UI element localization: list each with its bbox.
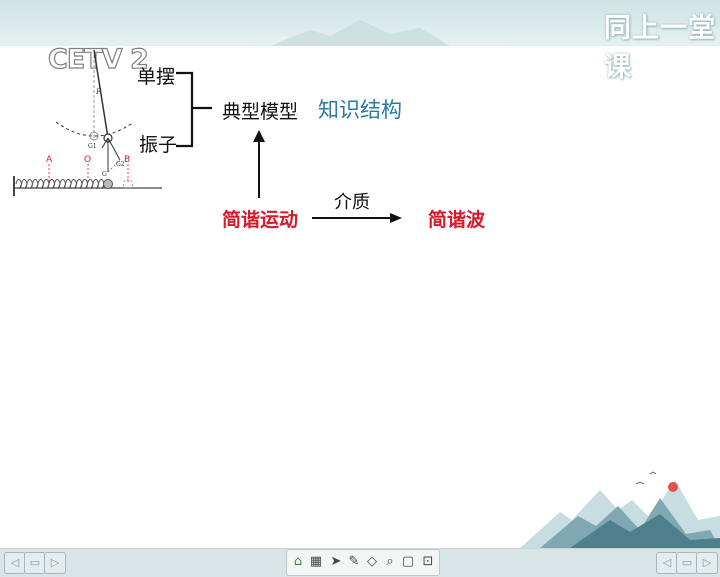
- ink-landscape-decoration: [520, 471, 720, 548]
- right-list-button[interactable]: ▭: [676, 552, 698, 574]
- chevron-right-icon: ▷: [50, 556, 60, 569]
- prev-page-button[interactable]: ◁: [4, 552, 26, 574]
- home-icon[interactable]: ⌂: [289, 553, 307, 571]
- screen-icon[interactable]: ⊡: [419, 553, 437, 571]
- grid-icon[interactable]: ▦: [307, 553, 325, 571]
- whiteboard-icon[interactable]: ▢: [399, 553, 417, 571]
- right-prev-button[interactable]: ◁: [656, 552, 678, 574]
- label-simple-pendulum: 单摆: [137, 66, 176, 88]
- label-harmonic-wave: 简谐波: [428, 209, 486, 231]
- right-next-button[interactable]: ▷: [696, 552, 718, 574]
- presentation-toolbar: ⌂ ▦ ➤ ✎ ◇ ⌕ ▢ ⊡: [286, 549, 440, 576]
- next-page-button[interactable]: ▷: [44, 552, 66, 574]
- label-oscillator: 振子: [139, 134, 178, 156]
- chevron-left-icon: ◁: [10, 556, 20, 569]
- search-icon[interactable]: ⌕: [381, 553, 399, 571]
- cursor-icon[interactable]: ➤: [327, 553, 345, 571]
- label-typical-model: 典型模型: [222, 101, 299, 123]
- sun-icon: [668, 482, 678, 492]
- list-icon: ▭: [681, 556, 693, 569]
- chevron-left-icon: ◁: [662, 556, 672, 569]
- eraser-icon[interactable]: ◇: [363, 553, 381, 571]
- label-medium: 介质: [334, 192, 370, 213]
- pen-icon[interactable]: ✎: [345, 553, 363, 571]
- page-list-button[interactable]: ▭: [24, 552, 46, 574]
- knowledge-structure-title: 知识结构: [318, 98, 402, 122]
- label-simple-harmonic-motion: 简谐运动: [222, 209, 299, 231]
- list-icon: ▭: [29, 556, 41, 569]
- chevron-right-icon: ▷: [702, 556, 712, 569]
